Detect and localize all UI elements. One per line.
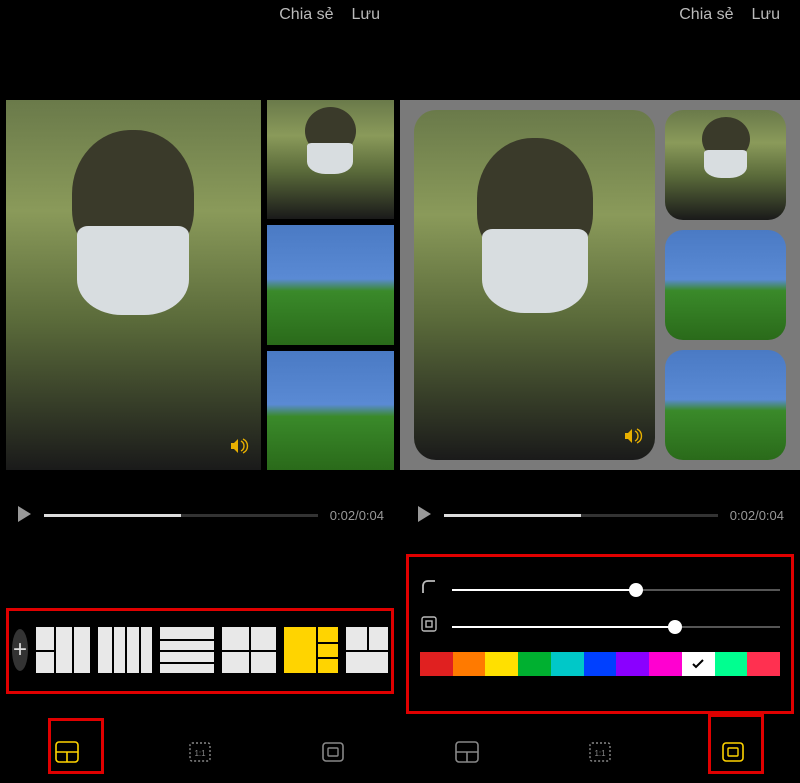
color-swatch[interactable] bbox=[453, 652, 486, 676]
border-controls bbox=[406, 560, 794, 700]
collage-cell-2[interactable] bbox=[267, 225, 394, 344]
volume-icon[interactable] bbox=[229, 437, 249, 460]
playback-bar: 0:02/0:04 bbox=[400, 470, 800, 538]
corner-radius-icon bbox=[420, 578, 438, 601]
collage-cell-3[interactable] bbox=[267, 351, 394, 470]
color-swatch[interactable] bbox=[551, 652, 584, 676]
color-swatch[interactable] bbox=[747, 652, 780, 676]
collage-preview-bordered[interactable] bbox=[400, 100, 800, 470]
share-button[interactable]: Chia sẻ bbox=[279, 6, 333, 24]
progress-fill bbox=[44, 514, 181, 517]
tab-ratio[interactable]: 1:1 bbox=[588, 741, 612, 763]
margin-icon bbox=[420, 615, 438, 638]
collage-cell-main[interactable] bbox=[414, 110, 655, 460]
collage-right-column bbox=[267, 100, 394, 470]
bottom-tabs: 1:1 bbox=[400, 721, 800, 783]
bottom-tabs: 1:1 bbox=[0, 721, 400, 783]
play-button[interactable] bbox=[416, 505, 432, 526]
collage-preview[interactable] bbox=[0, 100, 400, 470]
tab-layout[interactable] bbox=[455, 741, 479, 763]
playback-time: 0:02/0:04 bbox=[730, 508, 784, 523]
layout-template-3[interactable] bbox=[160, 627, 214, 673]
checkmark-icon bbox=[682, 652, 715, 676]
color-swatch[interactable] bbox=[616, 652, 649, 676]
corner-radius-slider[interactable] bbox=[452, 589, 780, 591]
color-swatch[interactable] bbox=[485, 652, 518, 676]
layout-template-1[interactable] bbox=[36, 627, 90, 673]
color-swatch[interactable] bbox=[715, 652, 748, 676]
margin-slider-row bbox=[420, 615, 780, 638]
collage-cell-1[interactable] bbox=[267, 100, 394, 219]
color-swatch[interactable] bbox=[518, 652, 551, 676]
collage-cell-3[interactable] bbox=[665, 350, 786, 460]
tab-layout[interactable] bbox=[55, 741, 79, 763]
layout-template-2[interactable] bbox=[98, 627, 152, 673]
tab-border[interactable] bbox=[321, 741, 345, 763]
layout-template-5-active[interactable] bbox=[284, 627, 338, 673]
svg-text:1:1: 1:1 bbox=[594, 749, 606, 758]
color-swatches bbox=[420, 652, 780, 676]
play-button[interactable] bbox=[16, 505, 32, 526]
playback-bar: 0:02/0:04 bbox=[0, 470, 400, 538]
collage-cell-main[interactable] bbox=[6, 100, 261, 470]
header: Chia sẻ Lưu bbox=[0, 0, 400, 30]
progress-fill bbox=[444, 514, 581, 517]
add-media-button[interactable]: + bbox=[12, 629, 28, 671]
tab-border[interactable] bbox=[721, 741, 745, 763]
collage-cell-1[interactable] bbox=[665, 110, 786, 220]
color-swatch[interactable] bbox=[649, 652, 682, 676]
save-button[interactable]: Lưu bbox=[751, 6, 780, 24]
screen-left: Chia sẻ Lưu 0:02/0:04 + bbox=[0, 0, 400, 783]
volume-icon[interactable] bbox=[623, 427, 643, 450]
layout-template-6[interactable] bbox=[346, 627, 388, 673]
save-button[interactable]: Lưu bbox=[351, 6, 380, 24]
tab-ratio[interactable]: 1:1 bbox=[188, 741, 212, 763]
layout-template-4[interactable] bbox=[222, 627, 276, 673]
corner-radius-slider-row bbox=[420, 578, 780, 601]
collage-cell-2[interactable] bbox=[665, 230, 786, 340]
collage-right-column bbox=[665, 110, 786, 460]
header: Chia sẻ Lưu bbox=[400, 0, 800, 30]
layout-templates-row[interactable]: + bbox=[6, 610, 394, 690]
color-swatch[interactable] bbox=[682, 652, 715, 676]
share-button[interactable]: Chia sẻ bbox=[679, 6, 733, 24]
screen-right: Chia sẻ Lưu 0:02/0:04 bbox=[400, 0, 800, 783]
progress-track[interactable] bbox=[44, 514, 318, 517]
svg-text:1:1: 1:1 bbox=[194, 749, 206, 758]
playback-time: 0:02/0:04 bbox=[330, 508, 384, 523]
color-swatch[interactable] bbox=[420, 652, 453, 676]
progress-track[interactable] bbox=[444, 514, 718, 517]
margin-slider[interactable] bbox=[452, 626, 780, 628]
color-swatch[interactable] bbox=[584, 652, 617, 676]
